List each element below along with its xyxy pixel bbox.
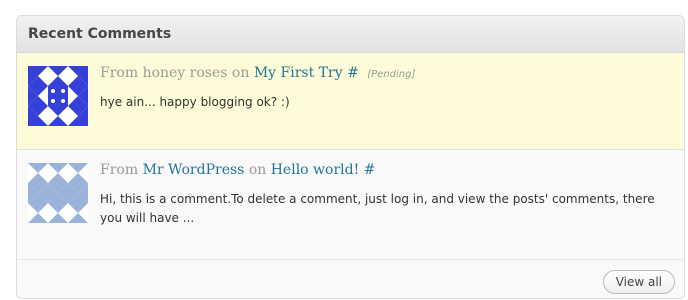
comment-header: From honey roses on My First Try # [Pend…	[100, 65, 415, 81]
post-link[interactable]: Hello world!	[271, 162, 360, 178]
identicon-avatar-icon[interactable]	[28, 163, 88, 223]
comment-author[interactable]: Mr WordPress	[143, 162, 245, 178]
view-all-button[interactable]: View all	[602, 270, 675, 294]
comment-author: honey roses	[142, 65, 228, 81]
comment-item: From Mr WordPress on Hello world! # Hi, …	[17, 150, 684, 260]
from-label: From	[100, 162, 139, 178]
comment-text: Hi, this is a comment.To delete a commen…	[100, 192, 655, 225]
comment-header: From Mr WordPress on Hello world! #	[100, 162, 375, 178]
from-label: From	[100, 65, 139, 81]
post-link[interactable]: My First Try	[254, 65, 343, 81]
on-label: on	[248, 162, 267, 178]
widget-title: Recent Comments	[17, 16, 684, 53]
identicon-avatar-icon[interactable]	[28, 66, 88, 126]
widget-footer: View all	[17, 260, 684, 298]
comment-permalink[interactable]: #	[364, 162, 376, 178]
on-label: on	[231, 65, 250, 81]
status-badge: [Pending]	[367, 69, 416, 80]
recent-comments-widget: Recent Comments From honey roses on My F…	[16, 15, 685, 299]
comment-text: hye ain... happy blogging ok? :)	[100, 95, 290, 109]
comment-permalink[interactable]: #	[347, 65, 359, 81]
comment-item: From honey roses on My First Try # [Pend…	[17, 53, 684, 150]
